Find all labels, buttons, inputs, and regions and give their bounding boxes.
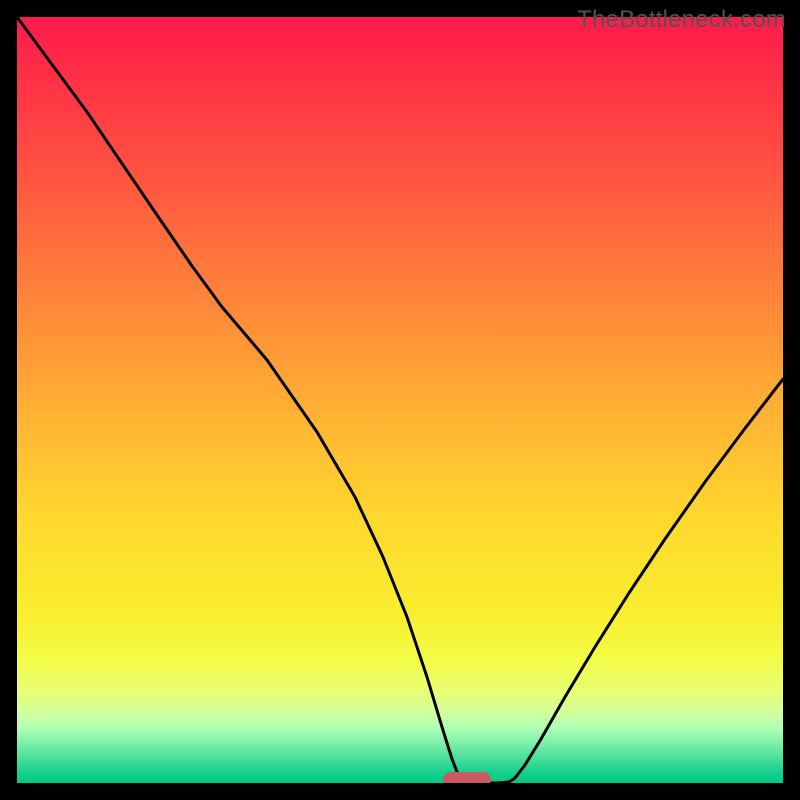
bottleneck-curve	[17, 17, 783, 783]
watermark-text: TheBottleneck.com	[577, 6, 786, 34]
curve-path	[17, 17, 783, 783]
plot-area	[17, 17, 783, 783]
optimal-marker	[443, 772, 491, 783]
chart-frame: TheBottleneck.com	[0, 0, 800, 800]
